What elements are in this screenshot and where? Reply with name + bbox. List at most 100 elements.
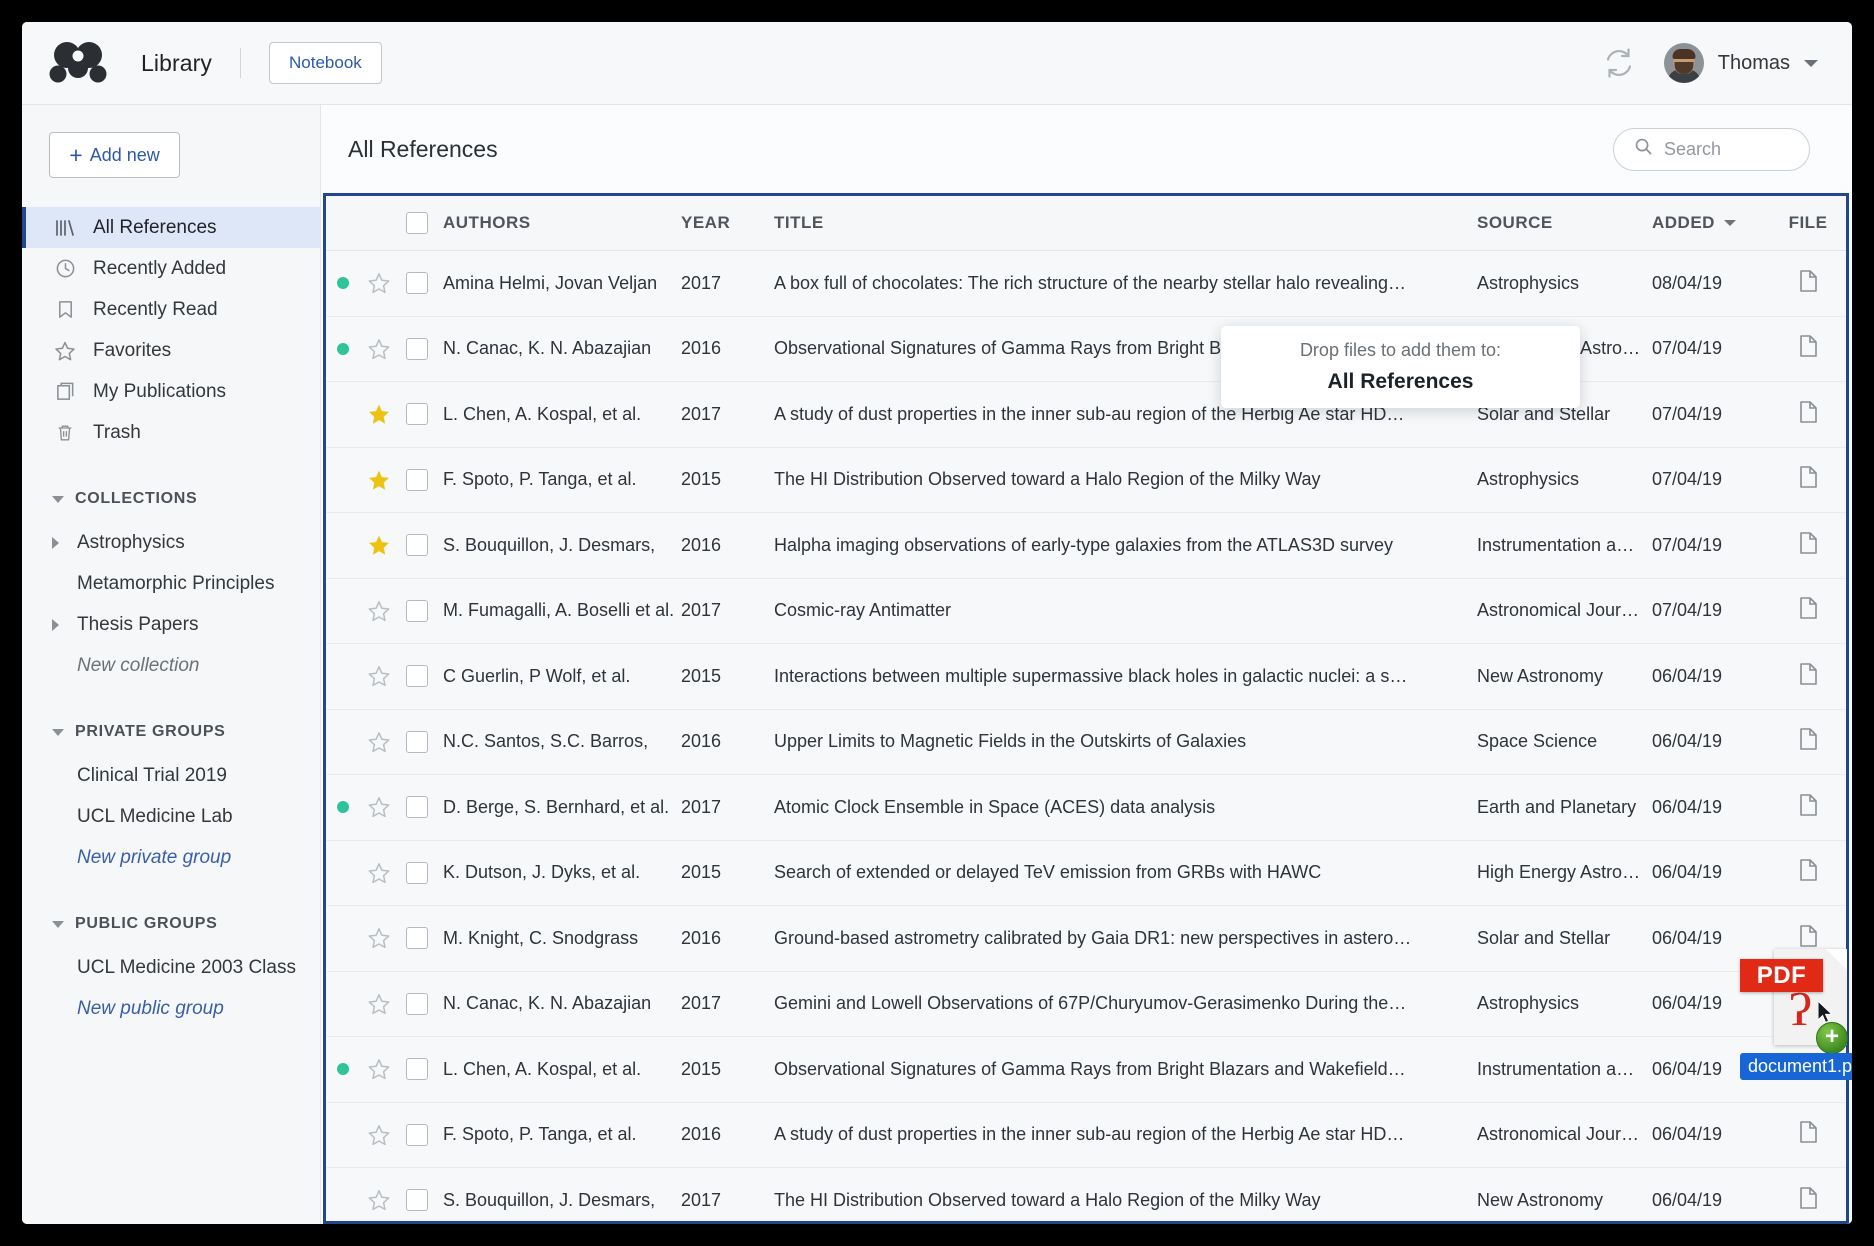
notebook-button[interactable]: Notebook <box>269 42 382 84</box>
table-row[interactable]: L. Chen, A. Kospal, et al.2017A study of… <box>326 382 1846 448</box>
star-outline-icon[interactable] <box>367 861 391 885</box>
file-icon[interactable] <box>1798 662 1819 691</box>
row-select[interactable] <box>397 1124 437 1146</box>
row-select[interactable] <box>397 796 437 818</box>
star-outline-icon[interactable] <box>367 926 391 950</box>
favorite-toggle[interactable] <box>360 599 397 623</box>
star-outline-icon[interactable] <box>367 1057 391 1081</box>
table-row[interactable]: Amina Helmi, Jovan Veljan2017A box full … <box>326 251 1846 317</box>
mendeley-logo-icon[interactable] <box>49 41 107 85</box>
sidebar-item-trash[interactable]: Trash <box>22 412 320 453</box>
user-menu[interactable]: Thomas <box>1664 43 1818 83</box>
private-group-item-clinical-trial-2019[interactable]: Clinical Trial 2019 <box>52 755 320 796</box>
row-select[interactable] <box>397 993 437 1015</box>
collection-item-thesis-papers[interactable]: Thesis Papers <box>52 604 320 645</box>
cell-file[interactable] <box>1770 596 1846 625</box>
favorite-toggle[interactable] <box>360 337 397 361</box>
new-public-group-link[interactable]: New public group <box>52 988 320 1029</box>
row-select[interactable] <box>397 469 437 491</box>
file-icon[interactable] <box>1798 596 1819 625</box>
column-header-year[interactable]: YEAR <box>681 213 774 233</box>
table-row[interactable]: S. Bouquillon, J. Desmars,2017The HI Dis… <box>326 1168 1846 1224</box>
table-row[interactable]: L. Chen, A. Kospal, et al.2015Observatio… <box>326 1037 1846 1103</box>
table-row[interactable]: C Guerlin, P Wolf, et al.2015Interaction… <box>326 644 1846 710</box>
favorite-toggle[interactable] <box>360 402 397 426</box>
file-icon[interactable] <box>1798 531 1819 560</box>
cell-file[interactable] <box>1770 727 1846 756</box>
favorite-toggle[interactable] <box>360 992 397 1016</box>
collection-item-metamorphic-principles[interactable]: Metamorphic Principles <box>52 563 320 604</box>
column-header-title[interactable]: TITLE <box>774 213 1477 233</box>
collections-header[interactable]: COLLECTIONS <box>52 490 320 508</box>
table-row[interactable]: F. Spoto, P. Tanga, et al.2015The HI Dis… <box>326 448 1846 514</box>
file-icon[interactable] <box>1798 793 1819 822</box>
star-outline-icon[interactable] <box>367 664 391 688</box>
favorite-toggle[interactable] <box>360 1123 397 1147</box>
column-header-authors[interactable]: AUTHORS <box>437 213 681 233</box>
star-outline-icon[interactable] <box>367 795 391 819</box>
file-icon[interactable] <box>1798 727 1819 756</box>
row-checkbox[interactable] <box>406 600 428 622</box>
star-outline-icon[interactable] <box>367 337 391 361</box>
favorite-toggle[interactable] <box>360 664 397 688</box>
row-checkbox[interactable] <box>406 1124 428 1146</box>
private-groups-header[interactable]: PRIVATE GROUPS <box>52 723 320 741</box>
cell-file[interactable] <box>1770 858 1846 887</box>
favorite-toggle[interactable] <box>360 861 397 885</box>
row-select[interactable] <box>397 1058 437 1080</box>
new-private-group-link[interactable]: New private group <box>52 837 320 878</box>
column-header-source[interactable]: SOURCE <box>1477 213 1652 233</box>
select-all-checkbox[interactable] <box>406 212 428 234</box>
row-checkbox[interactable] <box>406 338 428 360</box>
favorite-toggle[interactable] <box>360 533 397 557</box>
public-groups-header[interactable]: PUBLIC GROUPS <box>52 915 320 933</box>
row-checkbox[interactable] <box>406 469 428 491</box>
file-icon[interactable] <box>1798 1120 1819 1149</box>
row-select[interactable] <box>397 600 437 622</box>
favorite-toggle[interactable] <box>360 1057 397 1081</box>
sidebar-item-all-references[interactable]: All References <box>22 207 320 248</box>
table-row[interactable]: D. Berge, S. Bernhard, et al.2017Atomic … <box>326 775 1846 841</box>
cell-file[interactable] <box>1770 1120 1846 1149</box>
row-checkbox[interactable] <box>406 665 428 687</box>
table-row[interactable]: M. Knight, C. Snodgrass2016Ground-based … <box>326 906 1846 972</box>
row-select[interactable] <box>397 862 437 884</box>
favorite-toggle[interactable] <box>360 1188 397 1212</box>
star-filled-icon[interactable] <box>367 402 391 426</box>
cell-file[interactable] <box>1770 1186 1846 1215</box>
sidebar-item-my-publications[interactable]: My Publications <box>22 371 320 412</box>
table-row[interactable]: K. Dutson, J. Dyks, et al.2015Search of … <box>326 841 1846 907</box>
row-select[interactable] <box>397 338 437 360</box>
column-header-file[interactable]: FILE <box>1770 213 1846 233</box>
table-row[interactable]: M. Fumagalli, A. Boselli et al.2017Cosmi… <box>326 579 1846 645</box>
row-select[interactable] <box>397 534 437 556</box>
table-row[interactable]: N. Canac, K. N. Abazajian2016Observation… <box>326 317 1846 383</box>
table-row[interactable]: N.C. Santos, S.C. Barros,2016Upper Limit… <box>326 710 1846 776</box>
table-row[interactable]: N. Canac, K. N. Abazajian2017Gemini and … <box>326 972 1846 1038</box>
row-checkbox[interactable] <box>406 796 428 818</box>
row-checkbox[interactable] <box>406 403 428 425</box>
row-checkbox[interactable] <box>406 534 428 556</box>
favorite-toggle[interactable] <box>360 271 397 295</box>
favorite-toggle[interactable] <box>360 730 397 754</box>
sync-refresh-icon[interactable] <box>1602 46 1636 80</box>
row-checkbox[interactable] <box>406 862 428 884</box>
cell-file[interactable] <box>1770 465 1846 494</box>
new-collection-link[interactable]: New collection <box>52 645 320 686</box>
row-select[interactable] <box>397 665 437 687</box>
cell-file[interactable] <box>1770 531 1846 560</box>
row-checkbox[interactable] <box>406 1189 428 1211</box>
table-row[interactable]: S. Bouquillon, J. Desmars,2016Halpha ima… <box>326 513 1846 579</box>
favorite-toggle[interactable] <box>360 926 397 950</box>
row-checkbox[interactable] <box>406 272 428 294</box>
row-select[interactable] <box>397 272 437 294</box>
star-filled-icon[interactable] <box>367 468 391 492</box>
cell-file[interactable] <box>1770 400 1846 429</box>
row-checkbox[interactable] <box>406 993 428 1015</box>
favorite-toggle[interactable] <box>360 468 397 492</box>
star-outline-icon[interactable] <box>367 271 391 295</box>
row-select[interactable] <box>397 927 437 949</box>
row-select[interactable] <box>397 403 437 425</box>
row-select[interactable] <box>397 731 437 753</box>
cell-file[interactable] <box>1770 662 1846 691</box>
